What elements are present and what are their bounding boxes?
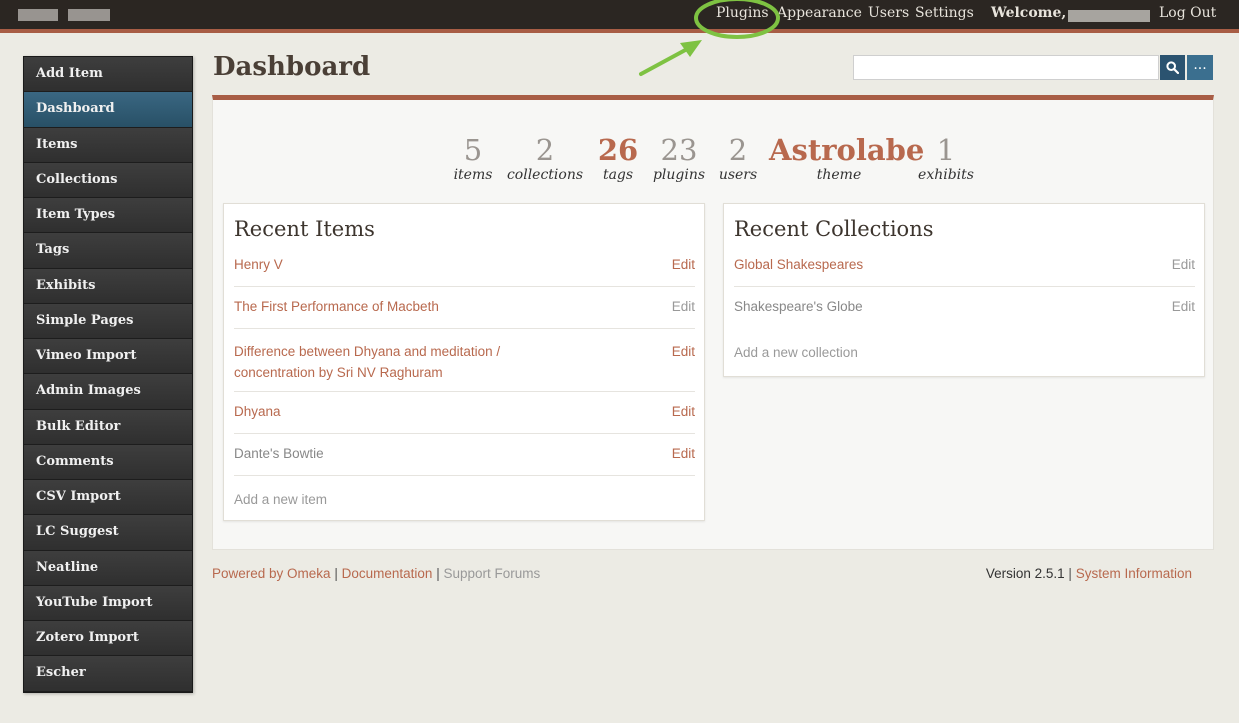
sidebar-item-comments[interactable]: Comments	[24, 444, 192, 480]
footer-separator: |	[436, 566, 440, 581]
stat-collections-label: collections	[506, 167, 584, 183]
username-redacted[interactable]	[1068, 10, 1150, 22]
stat-users-label: users	[718, 167, 758, 183]
edit-link[interactable]: Edit	[672, 446, 695, 461]
nav-appearance[interactable]: Appearance	[777, 5, 862, 21]
support-forums-link[interactable]: Support Forums	[443, 566, 540, 581]
sidebar-item-neatline[interactable]: Neatline	[24, 550, 192, 586]
stat-items-value: 5	[463, 133, 483, 167]
nav-settings[interactable]: Settings	[915, 5, 974, 21]
edit-link[interactable]: Edit	[672, 257, 695, 272]
sidebar-item-items[interactable]: Items	[24, 127, 192, 163]
recent-items-card: Recent Items Henry V Edit The First Perf…	[223, 203, 705, 521]
stat-users[interactable]: 2 users	[715, 134, 761, 183]
sidebar-item-item-types[interactable]: Item Types	[24, 198, 192, 234]
table-row: The First Performance of Macbeth Edit	[234, 299, 695, 329]
more-icon: ...	[1193, 57, 1207, 73]
welcome-label: Welcome,	[991, 5, 1067, 21]
stat-theme-value: Astrolabe	[769, 133, 925, 167]
edit-link[interactable]: Edit	[672, 404, 695, 419]
advanced-search-button[interactable]: ...	[1187, 55, 1213, 80]
nav-users[interactable]: Users	[868, 5, 909, 21]
stat-tags[interactable]: 26 tags	[596, 134, 640, 183]
stat-plugins-label: plugins	[652, 167, 706, 183]
site-title-redacted-2[interactable]	[68, 9, 110, 21]
add-new-collection-link[interactable]: Add a new collection	[734, 345, 858, 360]
table-row: Dante's Bowtie Edit	[234, 446, 695, 476]
stat-tags-value: 26	[597, 133, 639, 167]
stat-exhibits-label: exhibits	[918, 167, 974, 183]
sidebar-nav: Add Item Dashboard Items Collections Ite…	[23, 56, 193, 693]
sidebar-item-lc-suggest[interactable]: LC Suggest	[24, 515, 192, 551]
stat-collections[interactable]: 2 collections	[505, 134, 585, 183]
powered-by-omeka-link[interactable]: Powered by Omeka	[212, 566, 331, 581]
sidebar-item-collections[interactable]: Collections	[24, 162, 192, 198]
item-link-dhyana-meditation[interactable]: Difference between Dhyana and meditation…	[234, 341, 695, 383]
sidebar-item-youtube-import[interactable]: YouTube Import	[24, 585, 192, 621]
documentation-link[interactable]: Documentation	[342, 566, 433, 581]
stat-theme[interactable]: Astrolabe theme	[769, 133, 925, 183]
search-button[interactable]	[1160, 55, 1185, 80]
sidebar-item-dashboard[interactable]: Dashboard	[24, 92, 192, 128]
collection-link-global-shakespeares[interactable]: Global Shakespeares	[734, 257, 863, 272]
footer-separator: |	[1068, 566, 1072, 581]
system-information-link[interactable]: System Information	[1076, 566, 1192, 581]
collection-link-shakespeares-globe[interactable]: Shakespeare's Globe	[734, 299, 863, 314]
site-title-redacted[interactable]	[18, 9, 58, 21]
table-row: Dhyana Edit	[234, 404, 695, 434]
sidebar-item-tags[interactable]: Tags	[24, 233, 192, 269]
top-bar: Plugins Appearance Users Settings Welcom…	[0, 0, 1239, 33]
item-link-dhyana[interactable]: Dhyana	[234, 404, 281, 419]
table-row: Henry V Edit	[234, 257, 695, 287]
item-link-henry-v[interactable]: Henry V	[234, 257, 283, 272]
item-link-macbeth[interactable]: The First Performance of Macbeth	[234, 299, 439, 314]
edit-link[interactable]: Edit	[1172, 299, 1195, 314]
footer-separator: |	[334, 566, 338, 581]
stat-plugins[interactable]: 23 plugins	[649, 134, 709, 183]
sidebar-item-admin-images[interactable]: Admin Images	[24, 374, 192, 410]
sidebar-item-vimeo-import[interactable]: Vimeo Import	[24, 339, 192, 375]
stat-tags-label: tags	[602, 167, 634, 183]
annotation-arrow-icon	[639, 40, 702, 76]
search-icon	[1166, 61, 1179, 74]
sidebar-item-exhibits[interactable]: Exhibits	[24, 268, 192, 304]
table-row: Global Shakespeares Edit	[734, 257, 1195, 287]
stat-theme-label: theme	[816, 167, 862, 183]
footer-left: Powered by Omeka | Documentation | Suppo…	[212, 566, 540, 581]
edit-link[interactable]: Edit	[672, 341, 695, 362]
sidebar-item-escher[interactable]: Escher	[24, 656, 192, 692]
recent-collections-title: Recent Collections	[734, 217, 934, 241]
item-link-line-1: Difference between Dhyana and meditation…	[234, 344, 501, 359]
sidebar-item-zotero-import[interactable]: Zotero Import	[24, 621, 192, 657]
sidebar-item-bulk-editor[interactable]: Bulk Editor	[24, 409, 192, 445]
edit-link[interactable]: Edit	[672, 299, 695, 314]
stat-exhibits[interactable]: 1 exhibits	[913, 134, 979, 183]
sidebar-item-csv-import[interactable]: CSV Import	[24, 480, 192, 516]
search-input[interactable]	[853, 55, 1159, 80]
footer-right: Version 2.5.1 | System Information	[986, 566, 1192, 581]
edit-link[interactable]: Edit	[1172, 257, 1195, 272]
stat-items[interactable]: 5 items	[453, 134, 493, 183]
table-row: Difference between Dhyana and meditation…	[234, 341, 695, 392]
stat-plugins-value: 23	[660, 133, 698, 167]
item-link-line-2: concentration by Sri NV Raghuram	[234, 365, 443, 380]
stat-users-value: 2	[728, 133, 748, 167]
stat-items-label: items	[453, 167, 493, 183]
version-label: Version 2.5.1	[985, 566, 1065, 581]
recent-collections-card: Recent Collections Global Shakespeares E…	[723, 203, 1205, 377]
add-new-item-link[interactable]: Add a new item	[234, 492, 327, 507]
recent-items-title: Recent Items	[234, 217, 375, 241]
sidebar-item-add-item[interactable]: Add Item	[24, 57, 192, 93]
item-link-dantes-bowtie[interactable]: Dante's Bowtie	[234, 446, 324, 461]
stat-exhibits-value: 1	[936, 133, 956, 167]
stat-collections-value: 2	[535, 133, 555, 167]
logout-link[interactable]: Log Out	[1159, 5, 1216, 21]
sidebar-item-simple-pages[interactable]: Simple Pages	[24, 303, 192, 339]
nav-plugins[interactable]: Plugins	[716, 5, 769, 21]
dashboard-panel: 5 items 2 collections 26 tags 23 plugins…	[212, 95, 1214, 550]
page-title: Dashboard	[213, 52, 371, 82]
table-row: Shakespeare's Globe Edit	[734, 299, 1195, 329]
